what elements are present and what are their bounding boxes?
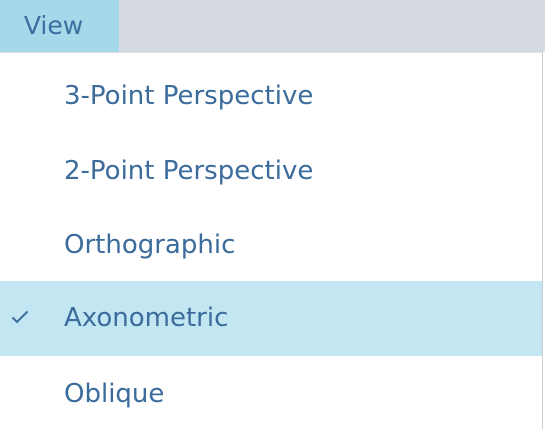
menu-item-oblique[interactable]: Oblique: [0, 357, 542, 432]
menu-bar: View: [0, 0, 545, 52]
menu-item-label: Orthographic: [64, 230, 236, 260]
menu-item-label: 3-Point Perspective: [64, 81, 314, 111]
view-dropdown-menu: 3-Point Perspective 2-Point Perspective …: [0, 52, 543, 429]
menu-item-label: 2-Point Perspective: [64, 156, 314, 186]
menu-item-label: Oblique: [64, 379, 165, 409]
menu-item-2-point-perspective[interactable]: 2-Point Perspective: [0, 134, 542, 209]
menu-item-orthographic[interactable]: Orthographic: [0, 208, 542, 283]
checkmark-icon: [11, 281, 31, 356]
menu-item-axonometric[interactable]: Axonometric: [0, 281, 542, 356]
menu-item-label: Axonometric: [64, 303, 229, 333]
view-menu[interactable]: View: [0, 0, 119, 52]
menu-item-3-point-perspective[interactable]: 3-Point Perspective: [0, 59, 542, 134]
